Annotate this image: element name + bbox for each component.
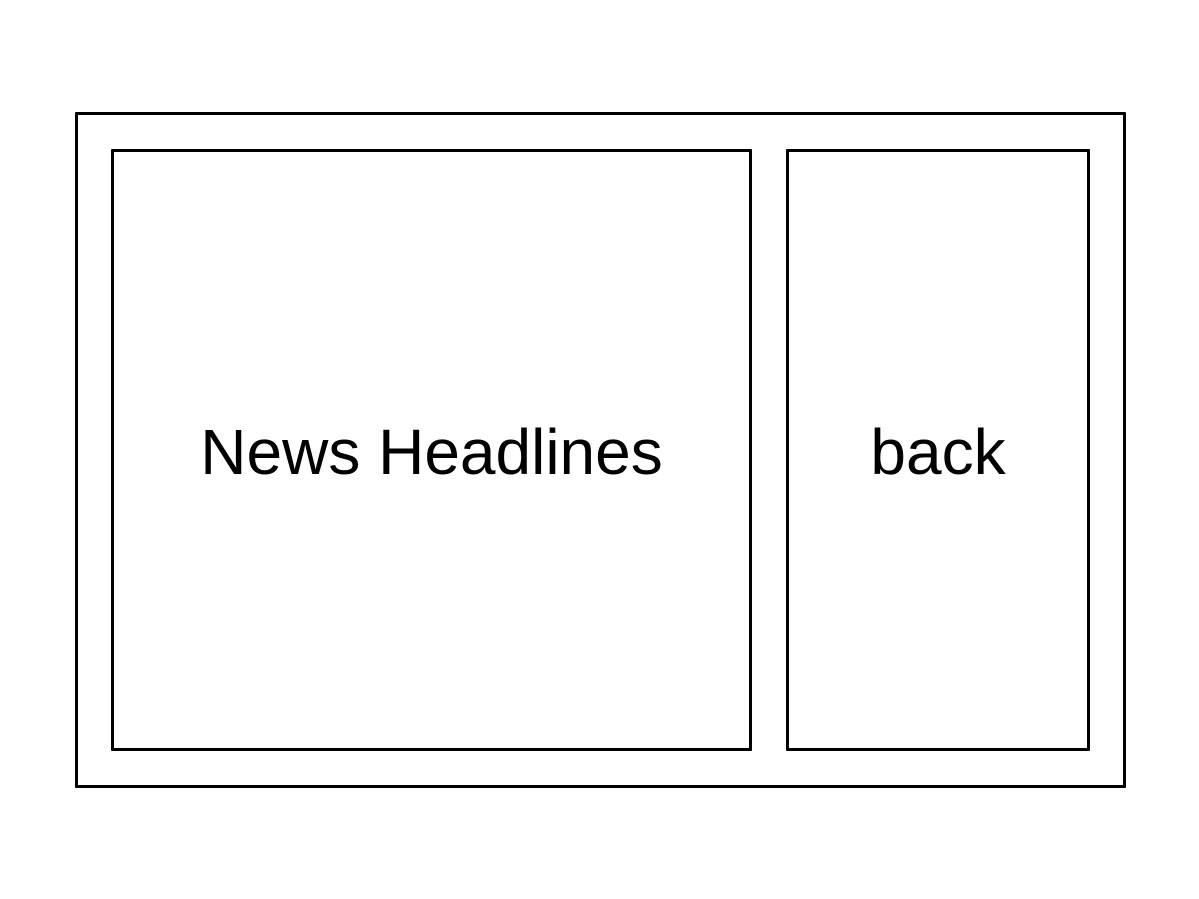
news-headlines-panel[interactable]: News Headlines: [111, 149, 752, 751]
back-label: back: [870, 416, 1006, 488]
back-panel[interactable]: back: [786, 149, 1090, 751]
news-headlines-label: News Headlines: [200, 416, 663, 488]
